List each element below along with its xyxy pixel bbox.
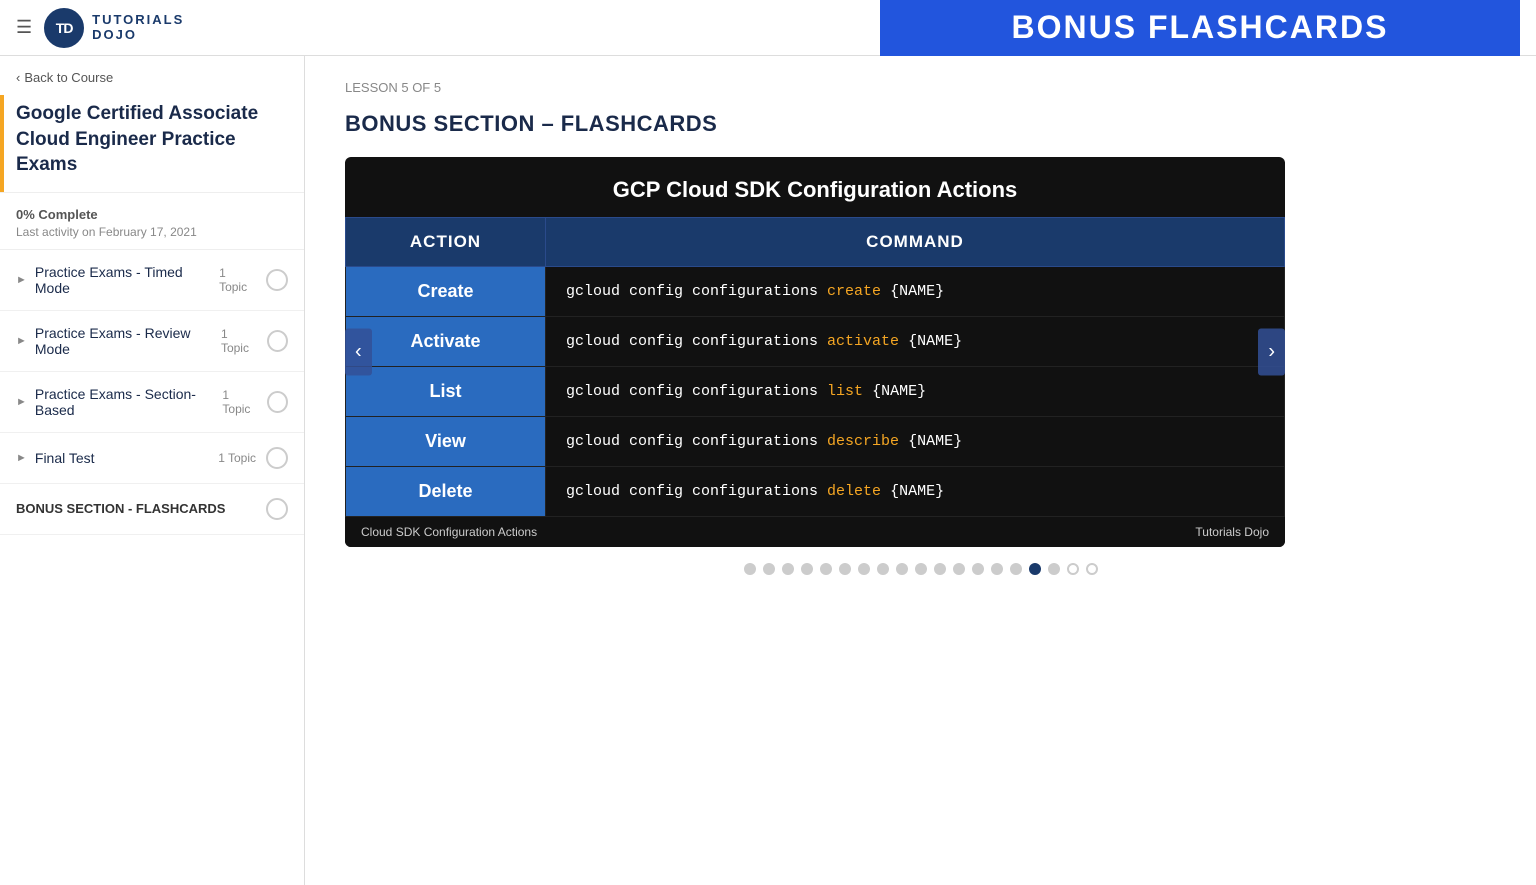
command-keyword: list [827, 383, 863, 400]
nav-circle [267, 330, 288, 352]
top-header: ☰ TD TUTORIALS DOJO BONUS FLASHCARDS [0, 0, 1536, 56]
nav-item-label: Practice Exams - Timed Mode [35, 264, 219, 296]
chevron-right-icon: ► [16, 452, 27, 464]
back-to-course-link[interactable]: ‹ Back to Course [0, 56, 304, 95]
nav-item-timed-mode[interactable]: ► Practice Exams - Timed Mode 1 Topic [0, 250, 304, 311]
carousel-dot[interactable] [1048, 563, 1060, 575]
carousel-dot[interactable] [839, 563, 851, 575]
nav-item-section-based[interactable]: ► Practice Exams - Section-Based 1 Topic [0, 372, 304, 433]
logo: TD TUTORIALS DOJO [44, 8, 184, 48]
table-row: Creategcloud config configurations creat… [346, 267, 1285, 317]
course-title: Google Certified Associate Cloud Enginee… [0, 95, 304, 193]
sidebar: ‹ Back to Course Google Certified Associ… [0, 56, 305, 885]
action-cell: Delete [346, 467, 546, 517]
carousel-dot[interactable] [1029, 563, 1041, 575]
command-cell: gcloud config configurations describe {N… [546, 417, 1285, 467]
nav-item-label: Practice Exams - Section-Based [35, 386, 223, 418]
carousel-dot[interactable] [934, 563, 946, 575]
table-row: Viewgcloud config configurations describ… [346, 417, 1285, 467]
flashcard-container: GCP Cloud SDK Configuration Actions ‹ › … [345, 157, 1285, 547]
nav-item-topic-count: 1 Topic [219, 266, 256, 294]
carousel-dot[interactable] [1086, 563, 1098, 575]
carousel-dot[interactable] [991, 563, 1003, 575]
action-cell: Activate [346, 317, 546, 367]
command-keyword: activate [827, 333, 899, 350]
progress-percent: 0% Complete [16, 207, 288, 222]
flashcard-table: ACTION COMMAND Creategcloud config confi… [345, 217, 1285, 517]
command-cell: gcloud config configurations list {NAME} [546, 367, 1285, 417]
nav-item-topic-count: 1 Topic [218, 451, 256, 465]
command-keyword: create [827, 283, 881, 300]
table-row: Activategcloud config configurations act… [346, 317, 1285, 367]
main-layout: ‹ Back to Course Google Certified Associ… [0, 56, 1536, 885]
carousel-dot[interactable] [763, 563, 775, 575]
nav-item-label: Final Test [35, 450, 95, 466]
prev-button[interactable]: ‹ [345, 329, 372, 376]
action-cell: List [346, 367, 546, 417]
dots-container [345, 563, 1496, 575]
lesson-label: LESSON 5 OF 5 [345, 80, 1496, 95]
flashcard-title: GCP Cloud SDK Configuration Actions [345, 157, 1285, 217]
hamburger-menu[interactable]: ☰ [16, 17, 32, 38]
table-header-action: ACTION [346, 218, 546, 267]
nav-items: ► Practice Exams - Timed Mode 1 Topic ► … [0, 250, 304, 885]
section-title: BONUS SECTION – FLASHCARDS [345, 111, 1496, 137]
header-banner: BONUS FLASHCARDS [880, 0, 1520, 56]
table-row: Deletegcloud config configurations delet… [346, 467, 1285, 517]
progress-last-activity: Last activity on February 17, 2021 [16, 225, 288, 239]
chevron-right-icon: ► [16, 335, 27, 347]
carousel-dot[interactable] [953, 563, 965, 575]
progress-section: 0% Complete Last activity on February 17… [0, 193, 304, 250]
carousel-dot[interactable] [820, 563, 832, 575]
logo-circle: TD [44, 8, 84, 48]
carousel-dot[interactable] [1067, 563, 1079, 575]
command-keyword: describe [827, 433, 899, 450]
logo-top: TUTORIALS [92, 13, 184, 27]
carousel-dot[interactable] [896, 563, 908, 575]
carousel-dot[interactable] [1010, 563, 1022, 575]
nav-circle [267, 391, 288, 413]
flashcard-footer: Cloud SDK Configuration Actions Tutorial… [345, 517, 1285, 547]
nav-circle [266, 498, 288, 520]
chevron-right-icon: ► [16, 274, 27, 286]
carousel-dot[interactable] [801, 563, 813, 575]
nav-item-label: Practice Exams - Review Mode [35, 325, 221, 357]
flashcard-footer-right: Tutorials Dojo [1195, 525, 1269, 539]
nav-item-topic-count: 1 Topic [221, 327, 257, 355]
command-cell: gcloud config configurations activate {N… [546, 317, 1285, 367]
nav-circle [266, 447, 288, 469]
nav-item-label: BONUS SECTION - FLASHCARDS [16, 501, 225, 516]
carousel-dot[interactable] [858, 563, 870, 575]
table-row: Listgcloud config configurations list {N… [346, 367, 1285, 417]
logo-text: TUTORIALS DOJO [92, 13, 184, 42]
carousel-dot[interactable] [877, 563, 889, 575]
table-header-command: COMMAND [546, 218, 1285, 267]
command-keyword: delete [827, 483, 881, 500]
chevron-right-icon: ► [16, 396, 27, 408]
nav-item-bonus-flashcards[interactable]: BONUS SECTION - FLASHCARDS [0, 484, 304, 535]
carousel-dot[interactable] [782, 563, 794, 575]
chevron-left-icon: ‹ [16, 70, 20, 85]
logo-bottom: DOJO [92, 28, 184, 42]
carousel-dot[interactable] [972, 563, 984, 575]
nav-item-topic-count: 1 Topic [222, 388, 257, 416]
command-cell: gcloud config configurations create {NAM… [546, 267, 1285, 317]
command-cell: gcloud config configurations delete {NAM… [546, 467, 1285, 517]
action-cell: View [346, 417, 546, 467]
nav-item-final-test[interactable]: ► Final Test 1 Topic [0, 433, 304, 484]
carousel-dot[interactable] [915, 563, 927, 575]
nav-circle [266, 269, 288, 291]
action-cell: Create [346, 267, 546, 317]
next-button[interactable]: › [1258, 329, 1285, 376]
nav-item-review-mode[interactable]: ► Practice Exams - Review Mode 1 Topic [0, 311, 304, 372]
flashcard-footer-left: Cloud SDK Configuration Actions [361, 525, 537, 539]
main-content: LESSON 5 OF 5 BONUS SECTION – FLASHCARDS… [305, 56, 1536, 885]
carousel-dot[interactable] [744, 563, 756, 575]
